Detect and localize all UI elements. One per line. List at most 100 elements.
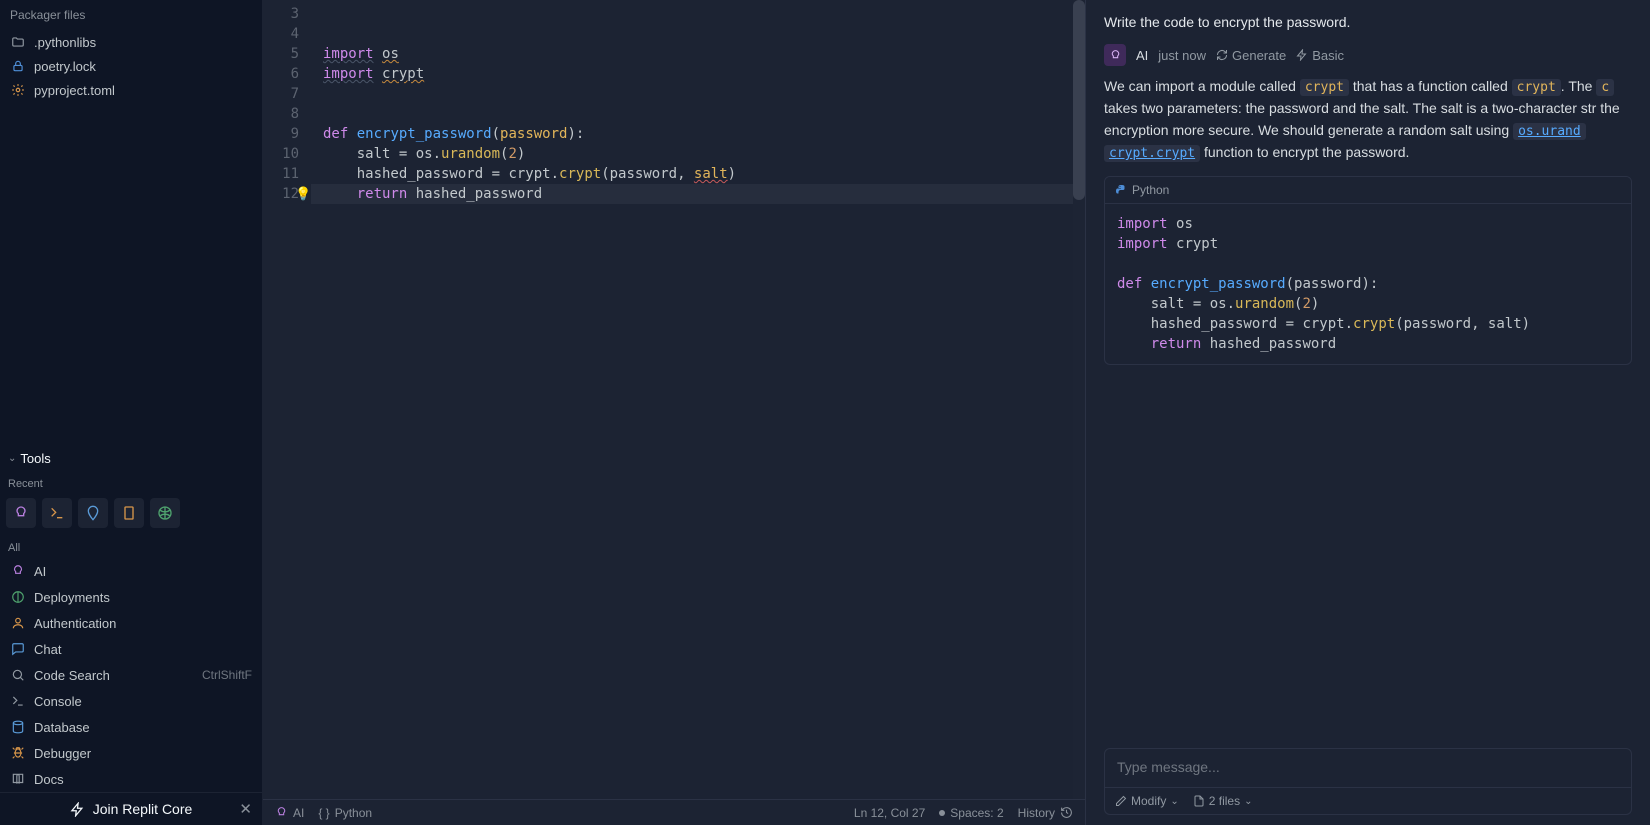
- history-icon: [1060, 806, 1073, 819]
- search-icon: [10, 667, 26, 683]
- status-spaces-label: Spaces: 2: [950, 806, 1003, 820]
- mode-basic[interactable]: Basic: [1296, 48, 1344, 63]
- lock-icon: [10, 58, 26, 74]
- inline-code: crypt: [1300, 79, 1349, 96]
- ai-message-input[interactable]: [1117, 759, 1619, 775]
- code-editor[interactable]: 3456789101112 💡 import osimport crypt de…: [263, 0, 1085, 799]
- chat-icon: [10, 641, 26, 657]
- database-icon: [10, 719, 26, 735]
- packager-header: Packager files: [0, 0, 262, 30]
- tool-label: Deployments: [34, 590, 110, 605]
- gear-icon: [10, 82, 26, 98]
- file-pyproject-toml[interactable]: pyproject.toml: [0, 78, 262, 102]
- tool-label: Authentication: [34, 616, 116, 631]
- dot-icon: [939, 810, 945, 816]
- packager-files-section: Packager files .pythonlibs poetry.lock p…: [0, 0, 262, 102]
- tool-code-search[interactable]: Code Search CtrlShiftF: [0, 662, 262, 688]
- inline-code: crypt: [1512, 79, 1561, 96]
- ai-time: just now: [1158, 48, 1206, 63]
- status-ai-label: AI: [293, 806, 304, 820]
- code-icon: { }: [318, 806, 329, 820]
- status-history[interactable]: History: [1018, 806, 1073, 820]
- ai-response-meta: AI just now Generate Basic: [1104, 44, 1632, 76]
- lightbulb-icon[interactable]: 💡: [295, 185, 311, 205]
- code-lang-label: Python: [1132, 183, 1169, 197]
- inline-code-link[interactable]: os.urand: [1513, 123, 1586, 140]
- status-ai[interactable]: AI: [275, 806, 304, 820]
- tool-authentication[interactable]: Authentication: [0, 610, 262, 636]
- status-position[interactable]: Ln 12, Col 27: [854, 806, 925, 820]
- ai-input-toolbar: Modify ⌄ 2 files ⌄: [1104, 788, 1632, 815]
- recent-console-button[interactable]: [42, 498, 72, 528]
- ai-icon: [10, 563, 26, 579]
- tool-label: Console: [34, 694, 82, 709]
- files-label: 2 files: [1209, 794, 1240, 808]
- editor-scrollbar[interactable]: [1073, 0, 1085, 799]
- user-prompt: Write the code to encrypt the password.: [1104, 8, 1632, 44]
- tool-label: Debugger: [34, 746, 91, 761]
- tool-label: Database: [34, 720, 90, 735]
- bolt-icon: [1296, 49, 1308, 61]
- join-core-cta[interactable]: Join Replit Core ✕: [0, 792, 262, 825]
- generate-action[interactable]: Generate: [1216, 48, 1286, 63]
- line-gutter: 3456789101112: [263, 4, 311, 799]
- tool-label: Docs: [34, 772, 64, 787]
- recent-shell-button[interactable]: [78, 498, 108, 528]
- tool-shortcut: CtrlShiftF: [202, 668, 252, 682]
- tool-label: AI: [34, 564, 46, 579]
- recent-tools-row: [0, 494, 262, 538]
- tool-chat[interactable]: Chat: [0, 636, 262, 662]
- file-pythonlibs[interactable]: .pythonlibs: [0, 30, 262, 54]
- scrollbar-thumb[interactable]: [1073, 0, 1085, 200]
- file-label: poetry.lock: [34, 59, 96, 74]
- status-pos-label: Ln 12, Col 27: [854, 806, 925, 820]
- bug-icon: [10, 745, 26, 761]
- code-block-header: Python: [1105, 177, 1631, 204]
- chevron-down-icon: ⌄: [1244, 796, 1252, 807]
- editor-status-bar: AI { } Python Ln 12, Col 27 Spaces: 2 Hi…: [263, 799, 1085, 825]
- cta-label: Join Replit Core: [93, 801, 193, 817]
- all-label: All: [0, 538, 262, 558]
- tools-header[interactable]: ⌄ Tools: [0, 443, 262, 474]
- tool-debugger[interactable]: Debugger: [0, 740, 262, 766]
- folder-icon: [10, 34, 26, 50]
- recent-docs-button[interactable]: [114, 498, 144, 528]
- tool-docs[interactable]: Docs: [0, 766, 262, 792]
- tool-deployments[interactable]: Deployments: [0, 584, 262, 610]
- docs-icon: [10, 771, 26, 787]
- close-icon[interactable]: ✕: [239, 800, 252, 818]
- recent-ai-button[interactable]: [6, 498, 36, 528]
- inline-code-link[interactable]: crypt.crypt: [1104, 145, 1200, 162]
- sidebar: Packager files .pythonlibs poetry.lock p…: [0, 0, 263, 825]
- tool-database[interactable]: Database: [0, 714, 262, 740]
- status-lang[interactable]: { } Python: [318, 806, 372, 820]
- status-spaces[interactable]: Spaces: 2: [939, 806, 1003, 820]
- status-lang-label: Python: [335, 806, 372, 820]
- ai-conversation: Write the code to encrypt the password. …: [1086, 0, 1650, 748]
- ai-panel: Write the code to encrypt the password. …: [1085, 0, 1650, 825]
- refresh-icon: [1216, 49, 1228, 61]
- recent-deploy-button[interactable]: [150, 498, 180, 528]
- modify-button[interactable]: Modify ⌄: [1115, 794, 1179, 808]
- bolt-icon: [70, 802, 85, 817]
- tools-header-label: Tools: [20, 451, 50, 466]
- editor-panel: 3456789101112 💡 import osimport crypt de…: [263, 0, 1085, 825]
- generate-label: Generate: [1232, 48, 1286, 63]
- file-label: .pythonlibs: [34, 35, 96, 50]
- deploy-icon: [10, 589, 26, 605]
- tool-label: Chat: [34, 642, 61, 657]
- modify-label: Modify: [1131, 794, 1166, 808]
- file-poetry-lock[interactable]: poetry.lock: [0, 54, 262, 78]
- chevron-down-icon: ⌄: [1170, 796, 1178, 807]
- files-button[interactable]: 2 files ⌄: [1193, 794, 1253, 808]
- tool-console[interactable]: Console: [0, 688, 262, 714]
- auth-icon: [10, 615, 26, 631]
- chevron-down-icon: ⌄: [8, 453, 16, 464]
- code-lines: 💡 import osimport crypt def encrypt_pass…: [311, 4, 1085, 799]
- python-icon: [1115, 184, 1127, 196]
- tool-label: Code Search: [34, 668, 110, 683]
- code-block-body[interactable]: import os import crypt def encrypt_passw…: [1105, 204, 1631, 364]
- mode-label: Basic: [1312, 48, 1344, 63]
- ai-message-input-wrapper: [1104, 748, 1632, 788]
- tool-ai[interactable]: AI: [0, 558, 262, 584]
